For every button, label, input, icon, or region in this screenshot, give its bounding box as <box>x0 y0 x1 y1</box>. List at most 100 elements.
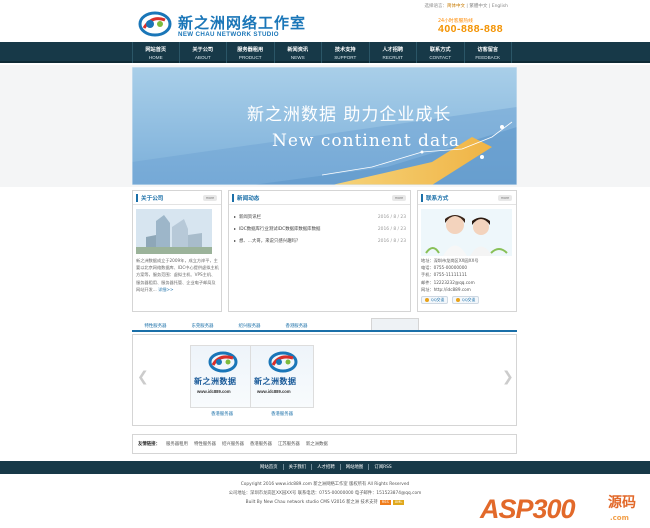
contact-panel: 联系方式 more 地址：深圳市龙岗区XX园XX号 电话：0755-000000… <box>417 190 517 312</box>
contact-email: 邮件：12223232@qq.com <box>421 279 475 285</box>
contact-more-button[interactable]: more <box>498 195 512 201</box>
main-nav: 网站首页 HOME 关于公司 ABOUT 服务器租用 PRODUCT 新闻资讯 NEWS… <box>0 42 650 63</box>
product-tabs: 特性服务器 东莞服务器 绍兴服务器 香港服务器 <box>132 318 517 332</box>
news-title: 新闻动态 <box>232 194 259 202</box>
about-read-more-link[interactable]: 详细>> <box>158 287 173 292</box>
contact-website[interactable]: 网址：http://idc889.com <box>421 286 516 293</box>
footer-link-recruit[interactable]: 人才招聘 <box>312 464 341 470</box>
nav-item-support[interactable]: 技术支持 SUPPORT <box>322 42 370 63</box>
news-item-title: IDC数据库行业测试IDC数据库数据库数据 <box>234 226 320 232</box>
news-item-date: 2016 / 8 / 23 <box>377 226 406 232</box>
about-panel: 关于公司 more 新之洲数据成立于2009年，成立方岸平，主要以北京网络数据库… <box>132 190 222 312</box>
friend-link[interactable]: 服务器租用 <box>166 441 188 447</box>
footer-nav: 网站首页 关于我们 人才招聘 网站地图 订阅RSS <box>0 461 650 474</box>
news-item-date: 2016 / 8 / 23 <box>377 238 406 244</box>
about-panel-header: 关于公司 more <box>133 191 221 205</box>
nav-label-en: CONTACT <box>429 55 452 60</box>
footer-link-home[interactable]: 网站首页 <box>255 464 284 470</box>
tab-dongguan-servers[interactable]: 东莞服务器 <box>179 318 226 330</box>
qq-chat-label: QQ交谈 <box>461 297 476 302</box>
nav-label-cn: 服务器租用 <box>237 47 264 53</box>
logo-text-cn: 新之洲网络工作室 <box>178 14 307 32</box>
nav-label-cn: 新闻资讯 <box>287 47 309 53</box>
logo-text-en: NEW CHAU NETWORK STUDIO <box>178 31 279 38</box>
banner-graphic <box>132 67 517 185</box>
nav-label-cn: 联系方式 <box>429 47 451 53</box>
nav-item-feedback[interactable]: 访客留言 FEEDBACK <box>465 42 512 63</box>
nav-label-cn: 访客留言 <box>477 47 499 53</box>
friend-link[interactable]: 新之洲数据 <box>306 441 328 447</box>
news-item-title: 想、...大哥，来说只感兴趣吗？ <box>234 238 300 244</box>
language-label: 选择语言： <box>424 4 447 9</box>
hero-banner[interactable]: 新之洲数据 助力企业成长 New continent data <box>132 67 517 185</box>
product-name[interactable]: 香港服务器 <box>190 411 254 417</box>
nav-label-en: RECRUIT <box>382 55 403 60</box>
nav-label-en: PRODUCT <box>238 55 262 60</box>
about-description: 新之洲数据成立于2009年，成立方岸平，主要以北京网络数据库、IDC中心提供虚拟… <box>136 257 219 293</box>
nav-item-home[interactable]: 网站首页 HOME <box>132 42 180 63</box>
news-item-title: 新闻资讯栏 <box>234 214 261 220</box>
about-title: 关于公司 <box>136 194 163 202</box>
xml-badge[interactable]: XML <box>392 500 405 505</box>
nav-item-contact[interactable]: 联系方式 CONTACT <box>417 42 465 63</box>
carousel-next-arrow-icon[interactable]: ❯ <box>502 365 514 389</box>
footer-link-rss[interactable]: 订阅RSS <box>369 464 396 470</box>
qq-chat-button[interactable]: QQ交谈 <box>452 296 479 304</box>
footer-link-sitemap[interactable]: 网站地图 <box>341 464 370 470</box>
tab-active-blank[interactable] <box>371 318 419 330</box>
news-panel-header: 新闻动态 more <box>229 191 410 205</box>
qq-chat-button[interactable]: QQ交谈 <box>421 296 448 304</box>
footer-link-about[interactable]: 关于我们 <box>284 464 313 470</box>
about-building-image <box>136 209 212 254</box>
building-graphic <box>136 209 212 254</box>
about-more-button[interactable]: more <box>203 195 217 201</box>
carousel-prev-arrow-icon[interactable]: ❮ <box>137 365 149 389</box>
product-card[interactable]: 新之洲数据 www.idc889.com 香港服务器 <box>190 345 254 417</box>
contact-details: 地址：深圳市龙岗区XX园XX号 电话：0755-00000000 手机：0755… <box>421 257 516 293</box>
contact-phone: 电话：0755-00000000 <box>421 265 468 271</box>
tab-featured-servers[interactable]: 特性服务器 <box>132 318 179 330</box>
about-text: 新之洲数据成立于2009年，成立方岸平，主要以北京网络数据库、IDC中心提供虚拟… <box>136 258 219 292</box>
qq-chat-label: QQ交谈 <box>430 297 445 302</box>
friend-link[interactable]: 江苏服务器 <box>278 441 300 447</box>
tab-shaoxing-servers[interactable]: 绍兴服务器 <box>226 318 273 330</box>
language-options[interactable]: | 繁體中文 | English <box>465 4 508 9</box>
nav-label-en: FEEDBACK <box>475 55 501 60</box>
tab-hongkong-servers[interactable]: 香港服务器 <box>273 318 320 330</box>
language-current[interactable]: 简体中文 <box>447 4 465 9</box>
friend-link[interactable]: 绍兴服务器 <box>222 441 244 447</box>
nav-item-about[interactable]: 关于公司 ABOUT <box>180 42 227 63</box>
product-logo: 新之洲数据 www.idc889.com <box>190 345 254 408</box>
news-list: 新闻资讯栏 2016 / 8 / 23 IDC数据库行业测试IDC数据库数据库数据… <box>234 211 406 247</box>
rss-badge[interactable]: RSS <box>379 500 391 505</box>
product-logo: 新之洲数据 www.idc889.com <box>250 345 314 408</box>
nav-item-product[interactable]: 服务器租用 PRODUCT <box>227 42 275 63</box>
site-logo[interactable]: 新之洲网络工作室 NEW CHAU NETWORK STUDIO <box>138 11 308 39</box>
nav-label-cn: 关于公司 <box>192 47 214 53</box>
qq-buttons: QQ交谈 QQ交谈 <box>421 296 479 304</box>
banner-headline-en: New continent data <box>272 131 461 151</box>
product-name[interactable]: 香港服务器 <box>250 411 314 417</box>
qq-icon <box>424 298 429 302</box>
product-carousel: ❮ ❯ 新之洲数据 www.idc889.com 香港服务器 新之洲数据 www… <box>132 334 517 426</box>
footer-copyright: Copyright 2016 www.idc889.com 新之洲网络工作室 版… <box>240 482 410 487</box>
service-staff-graphic <box>421 209 512 256</box>
contact-panel-header: 联系方式 more <box>418 191 516 205</box>
banner-section: 新之洲数据 助力企业成长 New continent data <box>0 65 650 187</box>
watermark-cn: 源码 <box>608 495 636 511</box>
product-card[interactable]: 新之洲数据 www.idc889.com 香港服务器 <box>250 345 314 417</box>
nav-item-recruit[interactable]: 人才招聘 RECRUIT <box>370 42 417 63</box>
friend-link[interactable]: 特性服务器 <box>194 441 216 447</box>
friend-links-label: 友情链接： <box>138 442 160 447</box>
product-logo-url: www.idc889.com <box>257 389 291 394</box>
qq-icon <box>455 298 460 302</box>
nav-item-news[interactable]: 新闻资讯 NEWS <box>275 42 322 63</box>
news-item[interactable]: 新闻资讯栏 2016 / 8 / 23 <box>234 211 406 223</box>
site-header: 新之洲网络工作室 NEW CHAU NETWORK STUDIO 选择语言：简体… <box>0 0 650 42</box>
friend-link[interactable]: 香港服务器 <box>250 441 272 447</box>
news-item[interactable]: 想、...大哥，来说只感兴趣吗？ 2016 / 8 / 23 <box>234 235 406 247</box>
news-item[interactable]: IDC数据库行业测试IDC数据库数据库数据 2016 / 8 / 23 <box>234 223 406 235</box>
news-more-button[interactable]: more <box>392 195 406 201</box>
watermark-text: ASP300 <box>480 494 576 524</box>
product-logo-url: www.idc889.com <box>197 389 231 394</box>
